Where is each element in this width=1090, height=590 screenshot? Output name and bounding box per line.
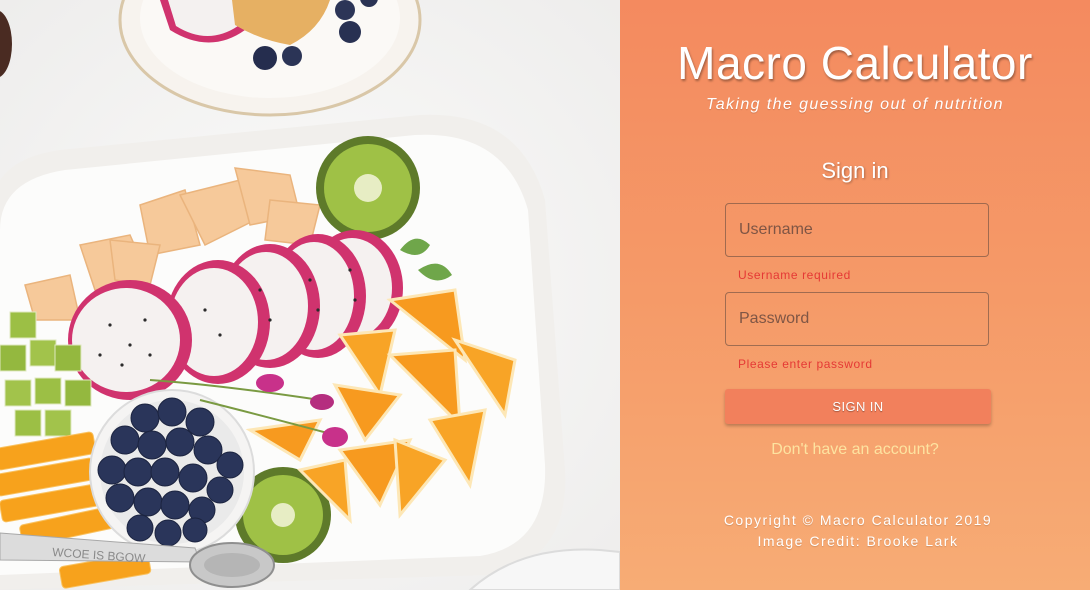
password-input[interactable] <box>726 293 988 345</box>
footer: Copyright © Macro Calculator 2019 Image … <box>620 510 1090 552</box>
password-field[interactable] <box>725 292 989 346</box>
signin-button[interactable]: SIGN IN <box>725 389 991 424</box>
blueberry-bowl <box>89 389 255 555</box>
login-panel: Macro Calculator Taking the guessing out… <box>620 0 1090 590</box>
username-error: Username required <box>738 268 851 282</box>
app-tagline: Taking the guessing out of nutrition <box>706 96 1004 113</box>
app-title: Macro Calculator <box>677 37 1033 89</box>
copyright-text: Copyright © Macro Calculator 2019 <box>723 512 993 528</box>
username-input[interactable] <box>726 204 988 256</box>
hero-photo: WCOE IS BGOW <box>0 0 620 590</box>
kiwi-top <box>316 136 420 240</box>
username-field[interactable] <box>725 203 989 257</box>
image-credit-text: Image Credit: Brooke Lark <box>757 533 959 549</box>
signin-heading: Sign in <box>821 158 889 183</box>
fruit-platter-illustration: WCOE IS BGOW <box>0 0 620 590</box>
login-page: WCOE IS BGOW Macro Calculator Taking the… <box>0 0 1090 590</box>
register-link[interactable]: Don't have an account? <box>620 441 1090 459</box>
password-error: Please enter password <box>738 357 873 371</box>
